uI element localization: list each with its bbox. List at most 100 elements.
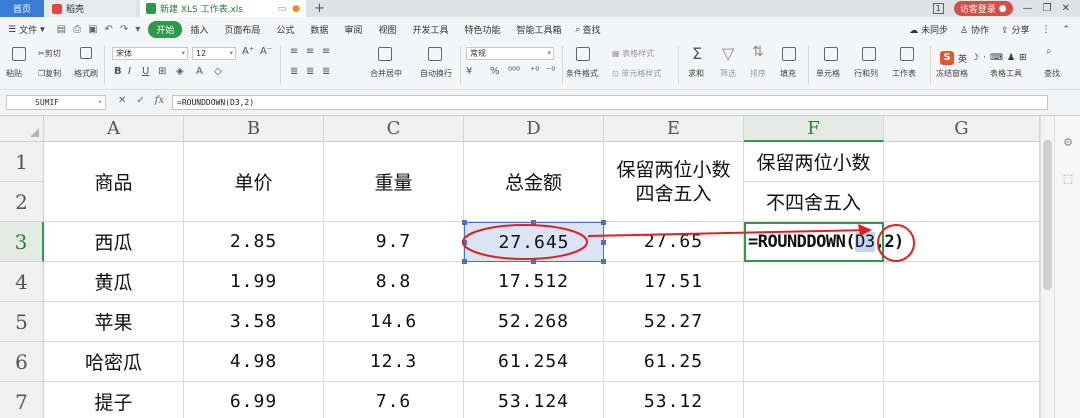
- menu-search[interactable]: ⌕ 查找: [570, 23, 601, 37]
- close-icon[interactable]: ✕: [1062, 3, 1070, 14]
- menu-features[interactable]: 特色功能: [456, 23, 508, 36]
- row-header-3[interactable]: 3: [0, 222, 44, 262]
- table-style-button[interactable]: ▦ 表格样式: [612, 48, 654, 59]
- cell-g1[interactable]: [884, 142, 1040, 182]
- cell-d5[interactable]: 52.268: [464, 302, 604, 342]
- cell-g4[interactable]: [884, 262, 1040, 302]
- undo-icon[interactable]: ↶: [105, 24, 113, 35]
- vertical-scrollbar[interactable]: [1040, 116, 1054, 418]
- underline-icon[interactable]: U: [142, 66, 149, 77]
- row-header-1[interactable]: 1: [0, 142, 44, 182]
- cell-edit-formula[interactable]: =ROUNDDOWN(D3,2): [748, 232, 904, 252]
- align-left-icon[interactable]: ≣: [290, 66, 298, 77]
- fill-icon[interactable]: [782, 47, 796, 61]
- decimal-increase-icon[interactable]: ⁺⁰: [530, 66, 539, 77]
- new-tab-button[interactable]: +: [314, 0, 325, 17]
- merge-center-icon[interactable]: [378, 47, 392, 61]
- align-middle-icon[interactable]: ≡: [306, 46, 314, 57]
- filter-icon[interactable]: ▽: [722, 44, 734, 63]
- copy-button[interactable]: ❐复制: [38, 68, 61, 79]
- find-icon[interactable]: ⌕: [1046, 46, 1052, 57]
- number-format-select[interactable]: 常规 ▾: [466, 47, 554, 60]
- menu-page-layout[interactable]: 页面布局: [216, 23, 268, 36]
- cell-b5[interactable]: 3.58: [184, 302, 324, 342]
- cell-d6[interactable]: 61.254: [464, 342, 604, 382]
- menu-developer[interactable]: 开发工具: [404, 23, 456, 36]
- preview-icon[interactable]: ▣: [88, 24, 97, 35]
- cell-b3[interactable]: 2.85: [184, 222, 324, 262]
- currency-icon[interactable]: ¥: [466, 66, 472, 77]
- settings-icon[interactable]: ⚙: [1061, 136, 1075, 150]
- cell-c5[interactable]: 14.6: [324, 302, 464, 342]
- table-tools-label[interactable]: 表格工具: [990, 68, 1022, 79]
- cell-b7[interactable]: 6.99: [184, 382, 324, 418]
- row-header-4[interactable]: 4: [0, 262, 44, 302]
- selection-handle[interactable]: [601, 220, 606, 225]
- selection-handle[interactable]: [531, 259, 536, 264]
- cell-c3[interactable]: 9.7: [324, 222, 464, 262]
- cell-d1-header[interactable]: 总金额: [464, 142, 604, 222]
- collaborate-button[interactable]: ♙ 协作: [960, 23, 989, 36]
- sort-icon[interactable]: ⇅: [752, 44, 764, 60]
- cell-c1-header[interactable]: 重量: [324, 142, 464, 222]
- cancel-icon[interactable]: ✕: [118, 95, 126, 106]
- freeze-label[interactable]: 冻结窗格: [936, 68, 968, 79]
- cell-a7[interactable]: 提子: [44, 382, 184, 418]
- menu-insert[interactable]: 插入: [182, 23, 216, 36]
- decimal-decrease-icon[interactable]: ⁻⁰: [546, 66, 555, 77]
- column-header-d[interactable]: D: [464, 116, 604, 142]
- cell-style-button[interactable]: ⊡ 单元格样式: [612, 68, 661, 79]
- print-icon[interactable]: ⎙: [73, 24, 81, 35]
- cell-e4[interactable]: 17.51: [604, 262, 744, 302]
- tab-home[interactable]: 首页: [0, 0, 44, 17]
- cell-g5[interactable]: [884, 302, 1040, 342]
- cell-a4[interactable]: 黄瓜: [44, 262, 184, 302]
- sum-icon[interactable]: Σ: [692, 44, 702, 63]
- selection-handle[interactable]: [601, 240, 606, 245]
- row-header-5[interactable]: 5: [0, 302, 44, 342]
- align-center-icon[interactable]: ≣: [306, 66, 314, 77]
- cell-d4[interactable]: 17.512: [464, 262, 604, 302]
- clear-icon[interactable]: ◇: [214, 66, 222, 77]
- confirm-icon[interactable]: ✓: [136, 95, 144, 106]
- column-header-c[interactable]: C: [324, 116, 464, 142]
- menu-start[interactable]: 开始: [148, 21, 183, 38]
- cell-e3[interactable]: 27.65: [604, 222, 744, 262]
- border-icon[interactable]: ⊞: [158, 66, 166, 77]
- align-top-icon[interactable]: ≡: [290, 46, 298, 57]
- insert-function-button[interactable]: fx: [155, 95, 164, 106]
- cell-c4[interactable]: 8.8: [324, 262, 464, 302]
- selection-handle[interactable]: [462, 220, 467, 225]
- cell-c6[interactable]: 12.3: [324, 342, 464, 382]
- column-header-b[interactable]: B: [184, 116, 324, 142]
- selection-handle[interactable]: [531, 220, 536, 225]
- restore-icon[interactable]: ❐: [1043, 3, 1052, 14]
- row-header-2[interactable]: 2: [0, 182, 44, 222]
- customize-icon[interactable]: ▾: [135, 24, 140, 35]
- formula-input[interactable]: =ROUNDDOWN(D3,2): [172, 95, 1048, 110]
- cell-c7[interactable]: 7.6: [324, 382, 464, 418]
- collapse-ribbon-icon[interactable]: ⌃: [1062, 25, 1070, 35]
- thousands-icon[interactable]: ⁰⁰⁰: [508, 66, 520, 77]
- page-indicator[interactable]: 1: [932, 3, 944, 14]
- cell-b1-header[interactable]: 单价: [184, 142, 324, 222]
- cell-b6[interactable]: 4.98: [184, 342, 324, 382]
- row-header-7[interactable]: 7: [0, 382, 44, 418]
- cell-d3-referenced[interactable]: 27.645: [464, 222, 604, 262]
- select-icon[interactable]: ⬚: [1061, 172, 1075, 186]
- cell-a3[interactable]: 西瓜: [44, 222, 184, 262]
- wrap-text-icon[interactable]: [428, 47, 442, 61]
- grow-font-icon[interactable]: A⁺: [242, 46, 254, 57]
- cell-g7[interactable]: [884, 382, 1040, 418]
- italic-icon[interactable]: I: [128, 66, 131, 77]
- worksheet-icon[interactable]: [900, 47, 914, 61]
- align-right-icon[interactable]: ≣: [322, 66, 330, 77]
- column-header-f[interactable]: F: [744, 116, 884, 142]
- cell-a6[interactable]: 哈密瓜: [44, 342, 184, 382]
- cell-a1-header[interactable]: 商品: [44, 142, 184, 222]
- guest-login-button[interactable]: 访客登录 ●: [953, 1, 1013, 16]
- selection-handle[interactable]: [462, 259, 467, 264]
- tab-document[interactable]: 新建 XLS 工作表.xls ▭ ●: [140, 0, 306, 17]
- conditional-format-icon[interactable]: [576, 47, 590, 61]
- tab-docer[interactable]: 稻壳: [44, 0, 136, 17]
